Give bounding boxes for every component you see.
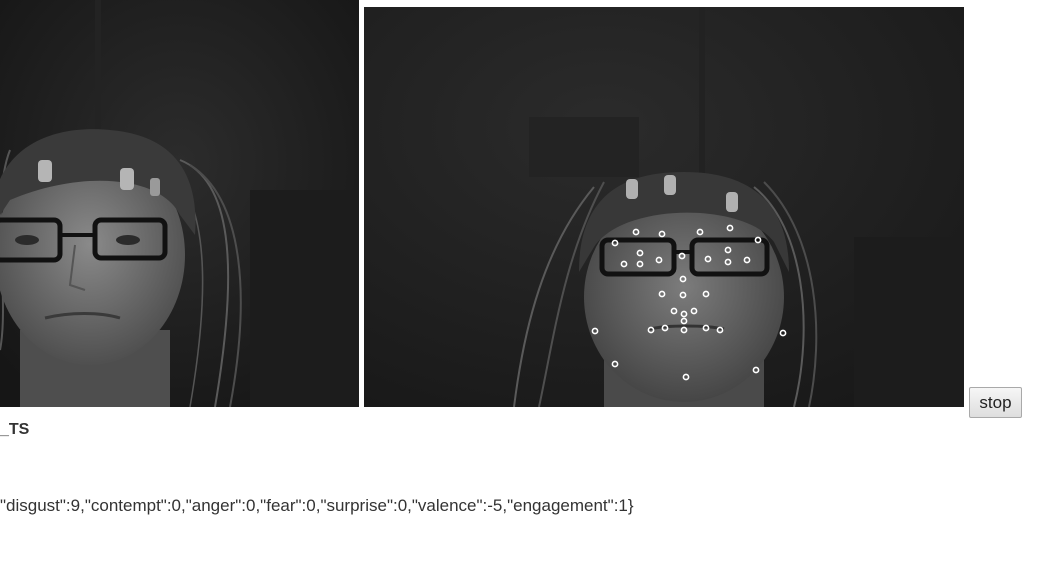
results-heading: _TS bbox=[0, 421, 30, 438]
camera-feed-raw-image bbox=[0, 0, 359, 407]
results-json-output: "disgust":9,"contempt":0,"anger":0,"fear… bbox=[0, 496, 634, 515]
camera-feed-annotated-image bbox=[364, 7, 964, 407]
stop-button[interactable]: stop bbox=[969, 387, 1022, 418]
page: stop _TS "disgust":9,"contempt":0,"anger… bbox=[0, 0, 1064, 579]
camera-feed-annotated bbox=[364, 7, 964, 407]
camera-feed-raw bbox=[0, 0, 359, 407]
